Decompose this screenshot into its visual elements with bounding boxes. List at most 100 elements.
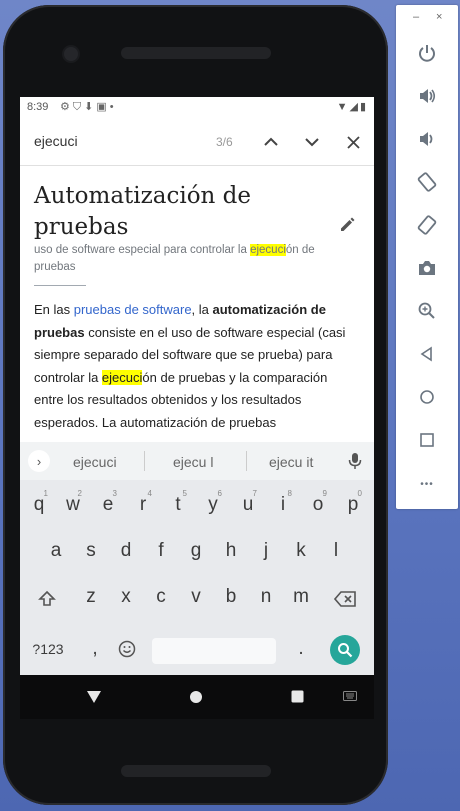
article-paragraph: En las pruebas de software, la automatiz… [34,299,356,434]
front-camera [64,47,78,61]
article-description: uso de software especial para controlar … [34,242,334,276]
power-button[interactable] [410,36,444,70]
overview-button[interactable] [410,423,444,457]
emoji-icon [118,640,136,658]
search-icon [338,643,353,658]
volume-up-button[interactable] [410,79,444,113]
key-a[interactable]: a [41,532,71,570]
suggestion-3[interactable]: ejecu it [269,454,313,470]
key-label: v [191,586,201,607]
key-label: n [260,586,272,607]
key-label: i [280,494,286,515]
home-button[interactable] [410,380,444,414]
key-j[interactable]: j [251,532,281,570]
key-label: j [263,540,269,561]
find-close-button[interactable] [340,129,366,155]
title-divider [34,285,86,286]
volume-down-button[interactable] [410,122,444,156]
key-d[interactable]: d [111,532,141,570]
suggestion-divider [246,451,247,471]
key-h[interactable]: h [216,532,246,570]
rotate-left-icon [417,172,437,192]
key-r[interactable]: r4 [128,486,158,524]
key-b[interactable]: b [216,578,246,616]
key-v[interactable]: v [181,578,211,616]
key-g[interactable]: g [181,532,211,570]
period-key[interactable]: . [286,630,316,668]
soft-keyboard: q1 w2 e3 r4 t5 y6 u7 i8 o9 p0 a s d f g … [20,480,374,675]
find-match-count: 3/6 [216,135,233,149]
key-e[interactable]: e3 [93,486,123,524]
key-hint: 4 [147,489,152,498]
home-circle-icon[interactable] [189,690,203,704]
notification-icons: ⚙⛉⬇▣• [60,100,117,114]
key-s[interactable]: s [76,532,106,570]
suggestions-expand-button[interactable]: › [28,450,50,472]
bottom-speaker [121,765,271,777]
description-text: uso de software especial para controlar … [34,244,251,256]
download-icon: ⬇ [84,101,97,113]
comma-key[interactable]: , [80,630,110,668]
key-x[interactable]: x [111,578,141,616]
key-n[interactable]: n [251,578,281,616]
find-previous-button[interactable] [258,129,284,155]
key-o[interactable]: o9 [303,486,333,524]
microphone-icon[interactable] [347,452,363,470]
key-hint: 3 [112,489,117,498]
key-label: x [121,586,131,607]
key-c[interactable]: c [146,578,176,616]
key-k[interactable]: k [286,532,316,570]
wifi-icon: ▼ [336,101,350,113]
backspace-key[interactable] [330,584,360,614]
key-f[interactable]: f [146,532,176,570]
phone-frame: 8:39 ⚙⛉⬇▣• ▼◢▮ ejecuci 3/6 Automatizació… [3,5,388,805]
key-w[interactable]: w2 [58,486,88,524]
suggestion-2[interactable]: ejecu l [173,454,213,470]
rotate-right-button[interactable] [410,208,444,242]
camera-icon [419,261,435,275]
image-icon: ▣ [96,101,110,113]
article-content[interactable]: Automatización de pruebas uso de softwar… [20,166,374,442]
screenshot-button[interactable] [410,251,444,285]
keyboard-switch-icon[interactable] [343,691,357,701]
key-hint: 2 [77,489,82,498]
key-u[interactable]: u7 [233,486,263,524]
find-input[interactable]: ejecuci [34,133,78,149]
home-icon [420,390,434,404]
pencil-icon[interactable] [338,214,358,234]
emulator-toolbar: – × ••• [396,5,458,509]
rotate-left-button[interactable] [410,165,444,199]
back-button[interactable] [410,337,444,371]
key-m[interactable]: m [286,578,316,616]
article-link[interactable]: pruebas de software [74,302,192,317]
recents-square-icon[interactable] [291,690,304,703]
key-z[interactable]: z [76,578,106,616]
minimize-button[interactable]: – [413,11,419,23]
suggestion-1[interactable]: ejecuci [73,454,117,470]
search-enter-key[interactable] [330,635,360,665]
back-triangle-icon[interactable] [86,690,102,704]
space-bar[interactable] [152,638,276,664]
key-label: m [293,586,309,607]
shift-key[interactable] [34,584,60,614]
key-label: c [156,586,166,607]
key-q[interactable]: q1 [24,486,54,524]
overview-icon [420,433,434,447]
key-t[interactable]: t5 [163,486,193,524]
key-l[interactable]: l [321,532,351,570]
key-label: k [296,540,306,561]
status-bar: 8:39 ⚙⛉⬇▣• ▼◢▮ [20,97,374,119]
shift-icon [38,590,56,606]
settings-icon: ⚙ [60,101,73,113]
key-label: b [225,586,237,607]
key-p[interactable]: p0 [338,486,368,524]
close-window-button[interactable]: × [436,11,442,23]
key-i[interactable]: i8 [268,486,298,524]
more-options-button[interactable]: ••• [410,467,444,501]
chevron-right-icon: › [36,453,42,469]
symbols-key[interactable]: ?123 [28,630,68,668]
find-next-button[interactable] [299,129,325,155]
key-y[interactable]: y6 [198,486,228,524]
emoji-key[interactable] [114,636,140,662]
zoom-button[interactable] [410,294,444,328]
